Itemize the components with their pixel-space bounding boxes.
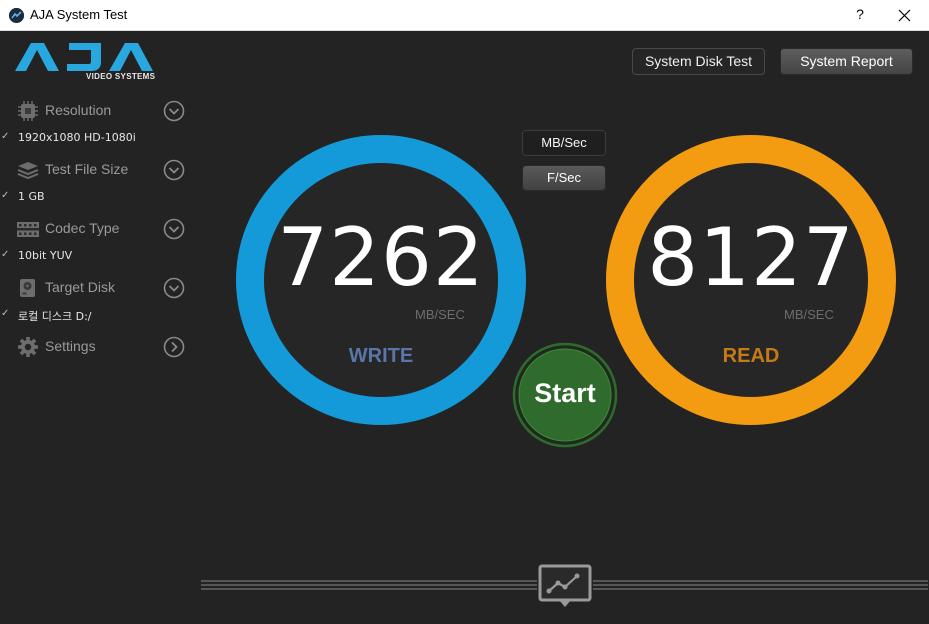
logo-subtitle: VIDEO SYSTEMS — [86, 72, 156, 81]
write-unit-label: MB/SEC — [415, 307, 465, 322]
read-gauge: 8127 MB/SEC READ — [606, 135, 896, 425]
check-icon: ✓ — [1, 308, 10, 319]
graph-icon[interactable] — [537, 563, 593, 609]
system-disk-test-button[interactable]: System Disk Test — [632, 48, 765, 75]
sidebar-item-label: Resolution — [45, 102, 112, 118]
aja-app-icon — [9, 8, 24, 23]
test-file-size-value: ✓ 1 GB — [1, 190, 45, 203]
start-label: Start — [534, 378, 596, 408]
chevron-down-icon[interactable] — [163, 277, 185, 299]
system-report-button[interactable]: System Report — [780, 48, 913, 75]
resolution-value: ✓ 1920x1080 HD-1080i — [1, 131, 136, 144]
stack-layers-icon — [16, 159, 40, 181]
window-title: AJA System Test — [30, 7, 128, 22]
target-disk-value: ✓ 로컬 디스크 D:/ — [1, 308, 92, 323]
mb-sec-button[interactable]: MB/Sec — [522, 130, 606, 156]
check-icon: ✓ — [1, 190, 10, 201]
codec-type-value: ✓ 10bit YUV — [1, 249, 73, 262]
sidebar-item-target-disk[interactable]: Target Disk — [16, 275, 191, 301]
help-button[interactable]: ? — [852, 6, 868, 24]
gear-icon — [16, 336, 40, 358]
read-label: READ — [722, 345, 780, 367]
hard-disk-icon — [16, 277, 40, 299]
check-icon: ✓ — [1, 249, 10, 260]
main-panel: VIDEO SYSTEMS Resolution ✓ 1920x1080 HD-… — [0, 31, 929, 624]
title-bar: AJA System Test ? — [0, 0, 929, 31]
sidebar-item-label: Codec Type — [45, 220, 120, 236]
chevron-down-icon[interactable] — [163, 100, 185, 122]
sidebar-item-resolution[interactable]: Resolution — [16, 98, 191, 124]
chevron-down-icon[interactable] — [163, 159, 185, 181]
close-icon[interactable] — [895, 6, 915, 26]
sidebar-item-label: Settings — [45, 338, 96, 354]
check-icon: ✓ — [1, 131, 10, 142]
write-label: WRITE — [348, 345, 414, 367]
read-unit-label: MB/SEC — [784, 307, 834, 322]
write-gauge: 7262 MB/SEC WRITE — [236, 135, 526, 425]
sidebar-item-test-file-size[interactable]: Test File Size — [16, 157, 191, 183]
write-speed-value: 7262 — [277, 211, 485, 304]
sidebar-item-label: Test File Size — [45, 161, 129, 177]
sidebar-item-label: Target Disk — [45, 279, 116, 295]
chevron-right-icon[interactable] — [163, 336, 185, 358]
read-speed-value: 8127 — [647, 211, 855, 304]
chevron-down-icon[interactable] — [163, 218, 185, 240]
sidebar-item-settings[interactable]: Settings — [16, 334, 191, 360]
chip-icon — [16, 100, 40, 122]
sidebar-item-codec-type[interactable]: Codec Type — [16, 216, 191, 242]
film-strip-icon — [16, 218, 40, 240]
f-sec-button[interactable]: F/Sec — [522, 165, 606, 191]
start-button[interactable]: Start — [512, 342, 618, 448]
